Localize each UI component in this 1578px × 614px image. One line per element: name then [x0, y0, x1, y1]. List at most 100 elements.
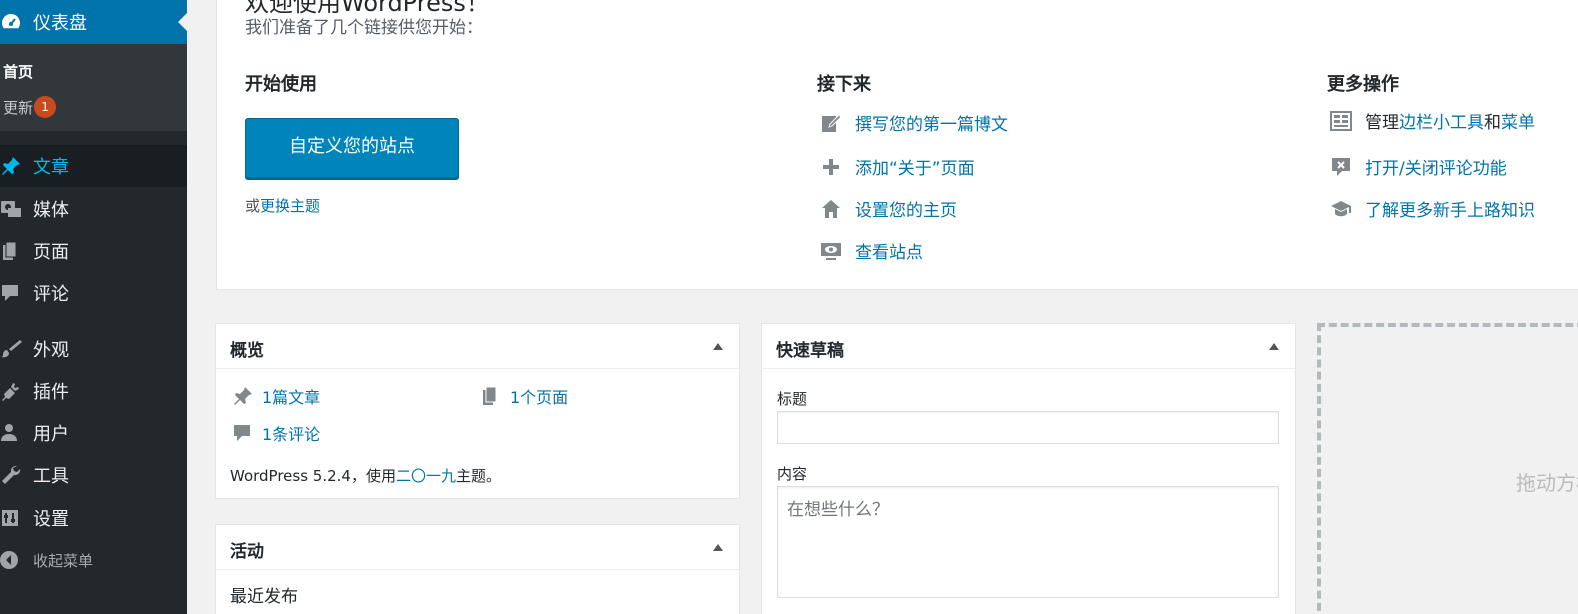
menu-label: 仪表盘	[33, 13, 87, 34]
set-homepage-link[interactable]: 设置您的主页	[855, 196, 957, 221]
glance-pages[interactable]: 1个页面	[480, 384, 568, 408]
widgets-link[interactable]: 边栏小工具	[1399, 108, 1484, 133]
toggle-comments-link[interactable]: 打开/关闭评论功能	[1365, 154, 1507, 179]
pin-icon	[232, 385, 254, 407]
menu-label: 用户	[33, 424, 69, 445]
glance-comments[interactable]: 1条评论	[232, 421, 320, 445]
menu-label: 插件	[33, 382, 69, 403]
menu-label: 文章	[33, 157, 69, 178]
welcome-subtitle: 我们准备了几个链接供您开始：	[245, 18, 483, 38]
menu-item-comments[interactable]: 评论	[0, 272, 187, 314]
box-title: 快速草稿	[776, 341, 844, 361]
comment-toggle-icon	[1329, 155, 1353, 179]
menu-label: 工具	[33, 466, 69, 487]
set-homepage-action[interactable]: 设置您的主页	[819, 196, 957, 221]
submenu-home[interactable]: 首页	[3, 61, 33, 82]
plus-icon	[819, 155, 843, 179]
menu-item-pages[interactable]: 页面	[0, 230, 187, 272]
draft-content-input[interactable]	[777, 486, 1279, 598]
collapse-menu-button[interactable]: 收起菜单	[0, 540, 187, 580]
activity-box: 活动 最近发布	[215, 524, 740, 614]
pages-count-link[interactable]: 1个页面	[510, 384, 568, 408]
dashboard-submenu: 首页 更新 1	[0, 44, 187, 131]
manage-text: 管理	[1365, 113, 1399, 133]
change-theme-line: 或更换主题	[245, 195, 320, 216]
write-post-action[interactable]: 撰写您的第一篇博文	[819, 110, 1008, 135]
brush-icon	[0, 338, 26, 360]
edit-icon	[819, 111, 843, 135]
graduation-cap-icon	[1329, 197, 1353, 221]
version-suffix: 主题。	[455, 467, 501, 485]
menu-label: 评论	[33, 284, 69, 305]
media-icon	[0, 198, 26, 220]
add-about-page-link[interactable]: 添加“关于”页面	[855, 154, 975, 179]
menu-item-posts[interactable]: 文章	[0, 145, 187, 187]
draft-title-input[interactable]	[777, 411, 1279, 444]
empty-drop-zone: 拖动方框到这里	[1317, 323, 1578, 614]
box-title: 概览	[230, 341, 264, 361]
wordpress-version-text: WordPress 5.2.4，使用二〇一九主题。	[230, 465, 501, 486]
menus-link[interactable]: 菜单	[1501, 108, 1535, 133]
menu-item-settings[interactable]: 设置	[0, 497, 187, 539]
submenu-updates[interactable]: 更新 1	[3, 96, 57, 118]
menu-item-dashboard[interactable]: 仪表盘	[0, 0, 187, 44]
settings-icon	[0, 507, 26, 529]
learn-more-link[interactable]: 了解更多新手上路知识	[1365, 196, 1535, 221]
learn-more-action[interactable]: 了解更多新手上路知识	[1329, 196, 1535, 221]
dashboard-icon	[0, 11, 26, 33]
draft-title-label: 标题	[777, 390, 808, 408]
get-started-heading: 开始使用	[245, 74, 317, 95]
theme-link[interactable]: 二〇一九	[396, 467, 456, 485]
update-count-badge: 1	[34, 96, 57, 118]
menu-label: 设置	[33, 509, 69, 530]
manage-widgets-menus-action: 管理 边栏小工具和菜单	[1329, 108, 1535, 133]
comment-icon	[232, 422, 254, 444]
collapse-arrow-icon	[0, 549, 26, 571]
glance-posts[interactable]: 1篇文章	[232, 384, 320, 408]
menu-item-media[interactable]: 媒体	[0, 188, 187, 230]
quick-draft-box: 快速草稿 标题 内容	[761, 323, 1296, 614]
collapse-toggle-icon[interactable]	[713, 343, 723, 350]
box-header[interactable]: 活动	[216, 525, 739, 570]
comment-icon	[0, 282, 26, 304]
admin-sidebar: 仪表盘 首页 更新 1 文章 媒体 页面 评论 外观 插件 用户 工具 设置 收…	[0, 0, 187, 614]
submenu-updates-label: 更新	[3, 98, 34, 117]
toggle-comments-action[interactable]: 打开/关闭评论功能	[1329, 154, 1507, 179]
drop-zone-text: 拖动方框到这里	[1516, 471, 1578, 495]
box-header[interactable]: 快速草稿	[762, 324, 1295, 369]
collapse-label: 收起菜单	[33, 551, 94, 570]
menu-label: 外观	[33, 340, 69, 361]
change-theme-link[interactable]: 更换主题	[260, 197, 320, 215]
and-text: 和	[1484, 113, 1501, 133]
menu-label: 页面	[33, 242, 69, 263]
view-site-action[interactable]: 查看站点	[819, 238, 923, 263]
plugin-icon	[0, 380, 26, 402]
home-icon	[819, 197, 843, 221]
box-title: 活动	[230, 542, 264, 562]
draft-content-label: 内容	[777, 465, 808, 483]
add-about-page-action[interactable]: 添加“关于”页面	[819, 154, 975, 179]
box-header[interactable]: 概览	[216, 324, 739, 369]
menu-item-plugins[interactable]: 插件	[0, 370, 187, 412]
view-site-icon	[819, 239, 843, 263]
recently-published-heading: 最近发布	[230, 587, 298, 607]
write-post-link[interactable]: 撰写您的第一篇博文	[855, 110, 1008, 135]
menu-item-users[interactable]: 用户	[0, 412, 187, 454]
collapse-toggle-icon[interactable]	[713, 544, 723, 551]
comments-count-link[interactable]: 1条评论	[262, 421, 320, 445]
or-text: 或	[245, 197, 261, 215]
at-a-glance-box: 概览 1篇文章 1个页面 1条评论 WordPress 5.2.4，使用二〇一九…	[215, 323, 740, 499]
view-site-link[interactable]: 查看站点	[855, 238, 923, 263]
customize-site-button[interactable]: 自定义您的站点	[245, 118, 459, 178]
posts-count-link[interactable]: 1篇文章	[262, 384, 320, 408]
welcome-panel: 欢迎使用WordPress！ 我们准备了几个链接供您开始： 开始使用 自定义您的…	[216, 0, 1578, 290]
pages-icon	[0, 240, 26, 262]
pages-icon	[480, 385, 502, 407]
pin-icon	[0, 155, 26, 177]
more-actions-heading: 更多操作	[1327, 74, 1399, 95]
menu-item-appearance[interactable]: 外观	[0, 328, 187, 370]
collapse-toggle-icon[interactable]	[1269, 343, 1279, 350]
next-steps-heading: 接下来	[817, 74, 871, 95]
menu-label: 媒体	[33, 200, 69, 221]
menu-item-tools[interactable]: 工具	[0, 454, 187, 496]
